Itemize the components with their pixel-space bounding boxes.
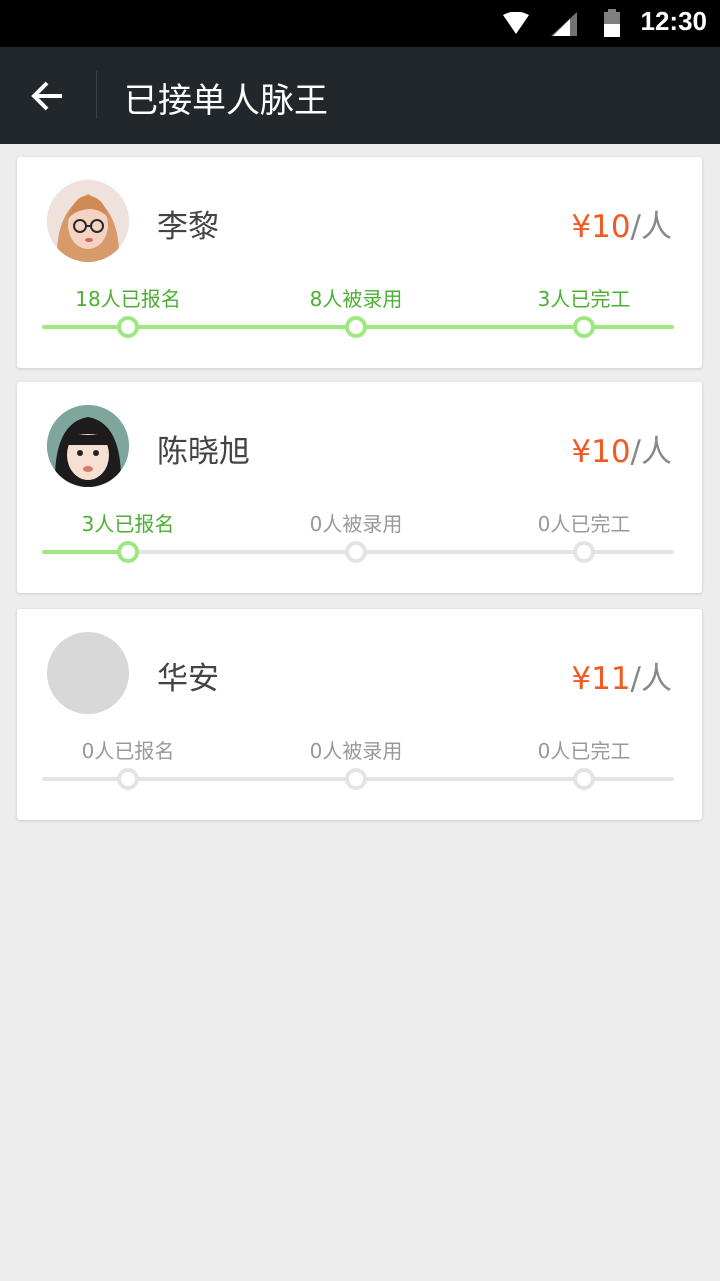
wifi-icon [503,12,529,34]
worker-card[interactable]: 陈晓旭 ¥10/人 3人已报名 0人被录用 0人已完工 [17,382,702,593]
arrow-left-icon [31,81,62,111]
app-bar: 已接单人脉王 [0,47,720,144]
step-dot [573,768,595,790]
step-label-hired: 0人被录用 [309,739,403,763]
status-bar: 12:30 [0,0,720,47]
step-label-signed-up: 18人已报名 [75,287,181,311]
progress-steps: 0人已报名 0人被录用 0人已完工 [17,609,702,820]
step-label-hired: 8人被录用 [309,287,403,311]
step-dot [345,316,367,338]
step-dot [117,316,139,338]
step-label-completed: 0人已完工 [537,512,631,536]
step-dot [573,541,595,563]
app-bar-divider [96,71,97,119]
step-dot [573,316,595,338]
worker-card[interactable]: 李黎 ¥10/人 18人已报名 8人被录用 3人已完工 [17,157,702,368]
step-label-completed: 3人已完工 [537,287,631,311]
step-label-hired: 0人被录用 [309,512,403,536]
step-label-signed-up: 3人已报名 [81,512,175,536]
step-label-completed: 0人已完工 [537,739,631,763]
step-dot [345,768,367,790]
step-dot [117,541,139,563]
worker-card[interactable]: 华安 ¥11/人 0人已报名 0人被录用 0人已完工 [17,609,702,820]
signal-icon [551,12,577,36]
progress-steps: 18人已报名 8人被录用 3人已完工 [17,157,702,368]
battery-icon [604,9,620,37]
progress-fill [42,550,128,554]
back-button[interactable] [26,74,70,118]
page-title: 已接单人脉王 [124,81,328,121]
step-label-signed-up: 0人已报名 [81,739,175,763]
status-time: 12:30 [640,6,708,36]
step-dot [117,768,139,790]
step-dot [345,541,367,563]
progress-steps: 3人已报名 0人被录用 0人已完工 [17,382,702,593]
